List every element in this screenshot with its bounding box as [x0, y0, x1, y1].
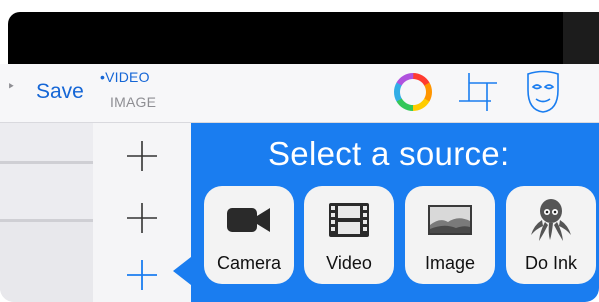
film-strip-icon [304, 196, 394, 244]
popover-pointer [173, 257, 191, 285]
crop-icon[interactable] [455, 69, 501, 120]
save-button[interactable]: Save [36, 80, 84, 104]
source-label: Image [424, 253, 476, 273]
app-frame: ‣ Save •VIDEO IMAGE Select a source: Cam… [0, 0, 599, 302]
add-track-button[interactable] [93, 188, 191, 248]
color-wheel-icon[interactable] [392, 71, 434, 118]
track-row[interactable] [0, 222, 93, 302]
mode-image-option[interactable]: IMAGE [110, 94, 156, 110]
plus-icon [127, 140, 157, 171]
mask-icon[interactable] [524, 68, 562, 121]
source-video-button[interactable]: Video [304, 186, 394, 284]
source-label: Video [326, 253, 372, 273]
plus-icon [127, 260, 157, 290]
source-camera-button[interactable]: Camera [204, 186, 294, 284]
octopus-icon [506, 196, 596, 244]
track-row[interactable] [0, 164, 93, 219]
source-label: Do Ink [524, 253, 578, 273]
select-source-popover: Select a source: Camera Video Image Do I… [173, 123, 599, 302]
back-chevron-icon[interactable]: ‣ [7, 78, 15, 95]
source-image-button[interactable]: Image [405, 186, 495, 284]
editor-toolbar: ‣ Save •VIDEO IMAGE [0, 64, 599, 123]
mode-video-label: VIDEO [105, 69, 150, 85]
mode-image-label: IMAGE [110, 94, 157, 110]
mode-video-option[interactable]: •VIDEO [100, 69, 150, 85]
landscape-image-icon [405, 196, 495, 244]
plus-icon [127, 203, 157, 233]
track-list [0, 123, 93, 302]
top-black-bar [8, 12, 599, 64]
video-camera-icon [204, 196, 294, 244]
source-doink-button[interactable]: Do Ink [506, 186, 596, 284]
source-label: Camera [216, 253, 282, 273]
track-row[interactable] [0, 123, 93, 161]
top-bar-right-shade [563, 12, 599, 64]
popover-title: Select a source: [268, 135, 510, 172]
add-track-button[interactable] [93, 123, 191, 188]
